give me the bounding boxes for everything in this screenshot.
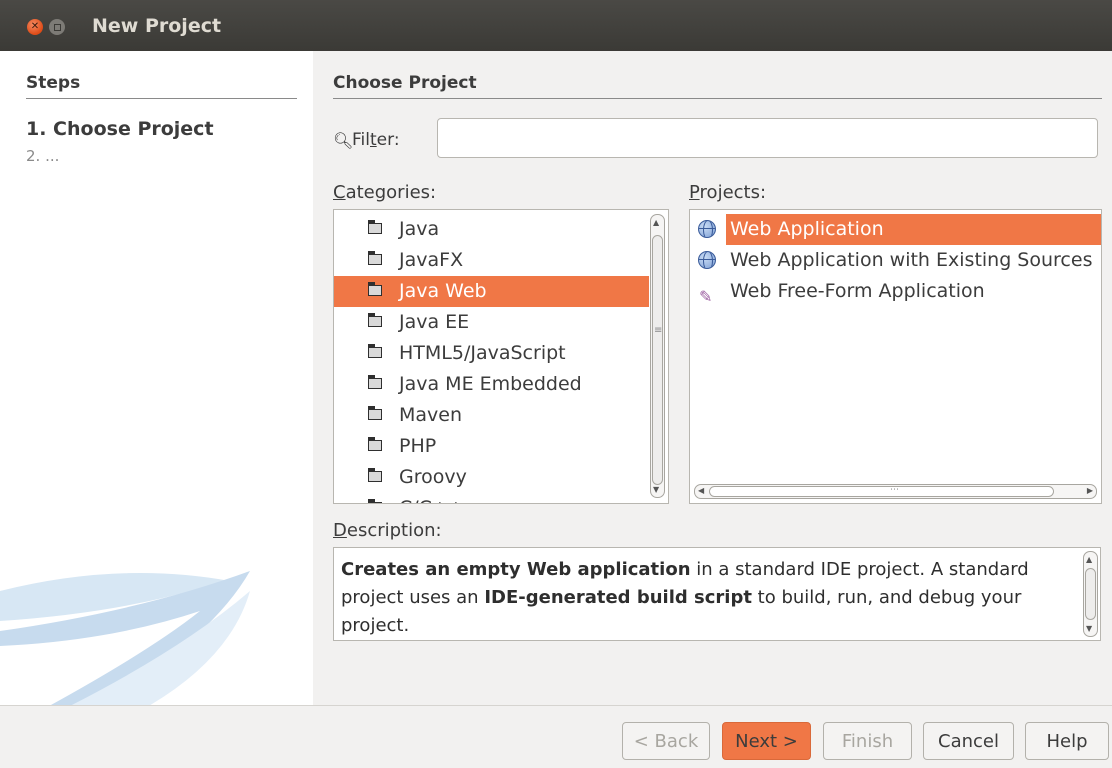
project-item[interactable]: Web Application with Existing Sources bbox=[690, 245, 1101, 276]
category-item[interactable]: HTML5/JavaScript bbox=[334, 338, 649, 369]
folder-icon bbox=[368, 344, 382, 358]
grip-icon: ⋯ bbox=[890, 485, 899, 495]
close-icon[interactable] bbox=[27, 19, 43, 35]
steps-panel: Steps 1. Choose Project 2. ... bbox=[0, 51, 313, 705]
category-item[interactable]: Java ME Embedded bbox=[334, 369, 649, 400]
steps-heading: Steps bbox=[26, 73, 81, 93]
category-item[interactable]: Java bbox=[334, 214, 649, 245]
folder-icon bbox=[368, 220, 382, 234]
next-button[interactable]: Next > bbox=[722, 722, 811, 760]
hscroll-thumb[interactable]: ⋯ bbox=[709, 485, 1054, 497]
project-item[interactable]: ✎ Web Free-Form Application bbox=[690, 276, 1101, 307]
step-current: 1. Choose Project bbox=[26, 118, 214, 140]
folder-icon bbox=[368, 313, 382, 327]
folder-icon bbox=[368, 406, 382, 420]
projects-hscrollbar[interactable]: ◀ ⋯ ▶ bbox=[694, 484, 1097, 499]
folder-icon bbox=[368, 499, 382, 503]
project-icon-cell bbox=[690, 214, 726, 245]
project-item-selected[interactable]: Web Application bbox=[726, 214, 1101, 245]
search-icon: 🔍︎ bbox=[333, 131, 354, 150]
scroll-left-icon[interactable]: ◀ bbox=[698, 486, 704, 495]
title-divider bbox=[333, 98, 1102, 99]
step-next: 2. ... bbox=[26, 147, 60, 165]
scroll-up-icon[interactable]: ▲ bbox=[1086, 555, 1092, 564]
category-item[interactable]: Groovy bbox=[334, 462, 649, 493]
title-bar: New Project bbox=[0, 0, 1112, 51]
decorative-swoosh bbox=[0, 571, 250, 705]
scroll-up-icon[interactable]: ▲ bbox=[653, 218, 659, 227]
cancel-button[interactable]: Cancel bbox=[923, 722, 1014, 760]
folder-icon bbox=[368, 282, 382, 296]
maximize-icon[interactable] bbox=[49, 19, 65, 35]
folder-icon bbox=[368, 375, 382, 389]
description-box[interactable]: Creates an empty Web application in a st… bbox=[333, 547, 1101, 641]
finish-button[interactable]: Finish bbox=[823, 722, 912, 760]
footer-divider bbox=[0, 705, 1112, 706]
projects-list[interactable]: Web Application Web Application with Exi… bbox=[689, 209, 1102, 504]
page-title: Choose Project bbox=[333, 73, 477, 93]
folder-icon bbox=[368, 437, 382, 451]
filter-input[interactable] bbox=[437, 118, 1098, 158]
category-item[interactable]: C/C++ bbox=[334, 493, 649, 503]
category-item[interactable]: JavaFX bbox=[334, 245, 649, 276]
categories-list[interactable]: Java JavaFX Java Web Java EE HTML5/JavaS… bbox=[333, 209, 669, 504]
filter-label: Filter: bbox=[352, 130, 400, 150]
category-item[interactable]: Java EE bbox=[334, 307, 649, 338]
paintbrush-icon: ✎ bbox=[699, 287, 713, 306]
window-title: New Project bbox=[92, 15, 222, 37]
category-item[interactable]: Maven bbox=[334, 400, 649, 431]
category-item-selected[interactable]: Java Web bbox=[334, 276, 649, 307]
description-label: Description: bbox=[333, 520, 442, 541]
category-item[interactable]: PHP bbox=[334, 431, 649, 462]
globe-icon bbox=[698, 220, 716, 238]
globe-icon bbox=[698, 251, 716, 269]
steps-divider bbox=[26, 98, 297, 99]
folder-icon bbox=[368, 468, 382, 482]
description-scrollbar[interactable]: ▲ ▼ bbox=[1083, 551, 1098, 637]
scroll-right-icon[interactable]: ▶ bbox=[1087, 486, 1093, 495]
help-button[interactable]: Help bbox=[1025, 722, 1109, 760]
grip-icon: ≡ bbox=[654, 325, 663, 336]
scroll-thumb[interactable] bbox=[652, 235, 663, 485]
categories-scrollbar[interactable]: ▲ ≡ ▼ bbox=[650, 214, 665, 498]
description-text: Creates an empty Web application in a st… bbox=[341, 559, 1029, 636]
folder-icon bbox=[368, 251, 382, 265]
back-button[interactable]: < Back bbox=[622, 722, 710, 760]
scroll-down-icon[interactable]: ▼ bbox=[1086, 624, 1092, 633]
scroll-thumb[interactable] bbox=[1085, 568, 1096, 620]
scroll-down-icon[interactable]: ▼ bbox=[653, 485, 659, 494]
projects-label: Projects: bbox=[689, 182, 767, 203]
categories-label: Categories: bbox=[333, 182, 437, 203]
